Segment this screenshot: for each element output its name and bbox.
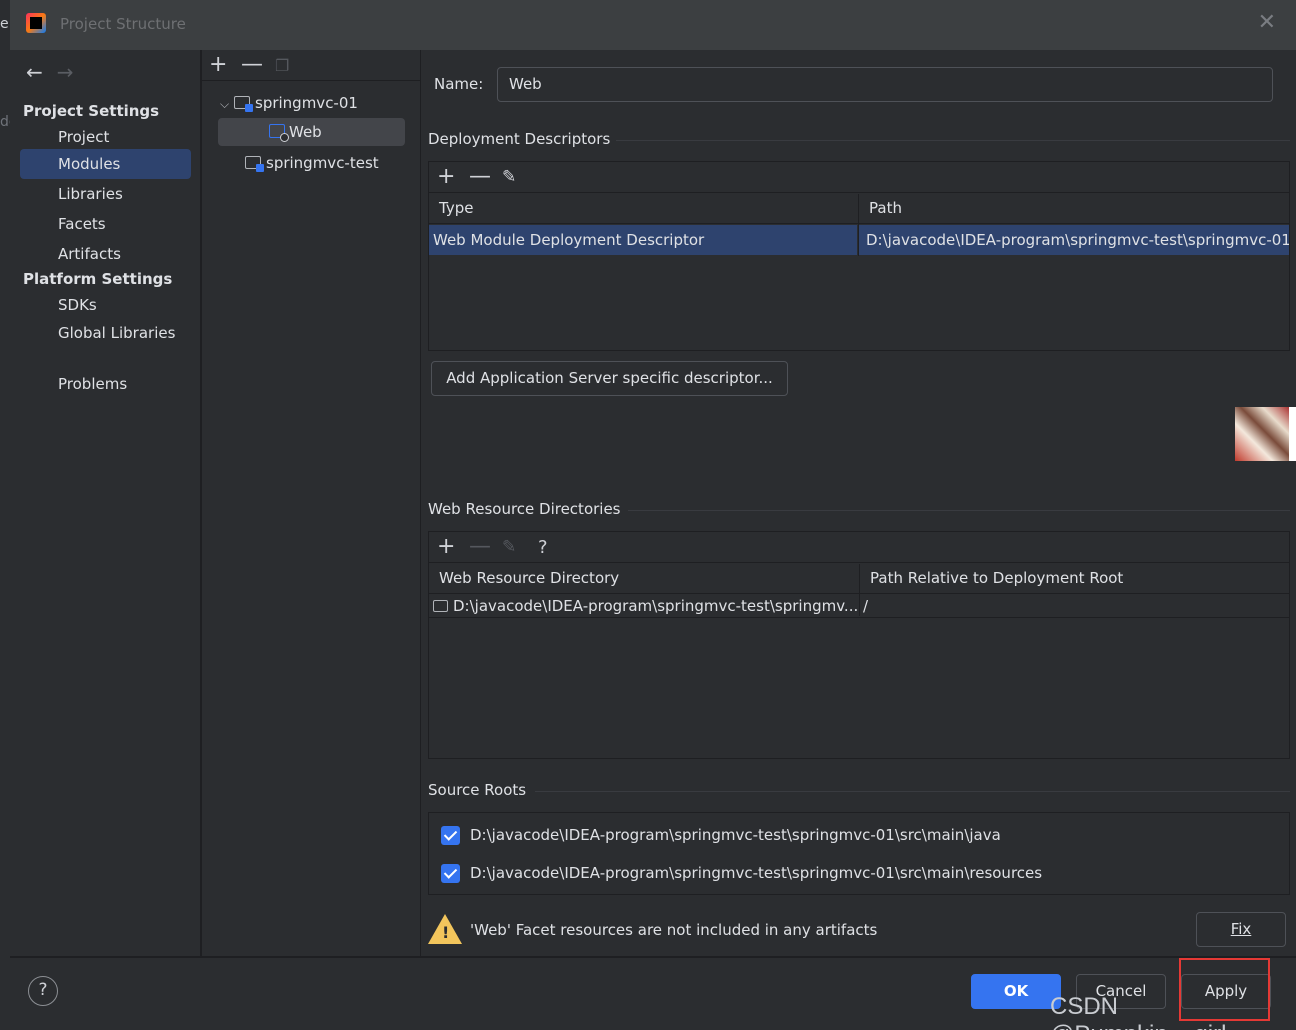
chevron-down-icon[interactable]: ⌵ [220,90,234,118]
facet-editor: Name: Web Deployment Descriptors + — ✎ T… [421,50,1296,956]
divider [535,791,1290,792]
nav-item-global-libraries[interactable]: Global Libraries [20,318,191,348]
column-web-resource-directory[interactable]: Web Resource Directory [429,563,619,594]
add-icon[interactable]: + [437,534,455,559]
table-row-directory[interactable]: D:\javacode\IDEA-program\springmvc-test\… [433,595,858,617]
source-root-path: D:\javacode\IDEA-program\springmvc-test\… [470,826,1001,844]
add-icon[interactable]: + [209,52,227,77]
forward-arrow-icon[interactable]: → [57,60,74,84]
window-title: Project Structure [60,15,186,33]
help-icon[interactable]: ? [28,976,58,1006]
tree-node-label: Web [289,123,322,141]
directory-path: D:\javacode\IDEA-program\springmvc-test\… [453,597,858,615]
project-settings-header: Project Settings [23,102,160,120]
table-row-type[interactable]: Web Module Deployment Descriptor [429,225,857,255]
tree-node-label: springmvc-test [266,154,379,172]
web-resource-toolbar: + — ✎ ? [429,532,1289,563]
source-roots-title: Source Roots [428,781,527,799]
deployment-table-header: Type Path [429,193,1289,224]
column-separator [859,564,860,616]
source-roots-panel: D:\javacode\IDEA-program\springmvc-test\… [428,812,1290,895]
edit-pencil-icon[interactable]: ✎ [502,167,516,187]
remove-icon[interactable]: — [469,534,491,559]
back-arrow-icon[interactable]: ← [26,60,43,84]
module-folder-icon [234,96,253,112]
module-folder-icon [245,156,264,172]
copy-icon[interactable]: ❐ [275,56,289,75]
edit-pencil-icon[interactable]: ✎ [502,537,516,557]
help-question-icon[interactable]: ? [538,537,548,558]
column-path[interactable]: Path [859,193,902,224]
deployment-descriptors-panel: + — ✎ Type Path Web Module Deployment De… [428,161,1290,351]
warning-icon: ! [428,914,462,944]
web-resource-panel: + — ✎ ? Web Resource Directory Path Rela… [428,531,1290,759]
folder-icon [433,600,448,612]
tree-node-label: springmvc-01 [255,94,358,112]
close-icon[interactable]: ✕ [1258,10,1276,35]
add-server-descriptor-label: Add Application Server specific descript… [446,369,773,387]
fix-button[interactable]: Fix [1196,912,1286,947]
tree-toolbar: + — ❐ [202,50,420,81]
source-root-checkbox[interactable] [441,826,460,845]
platform-settings-header: Platform Settings [23,270,173,288]
nav-item-libraries[interactable]: Libraries [20,179,191,209]
nav-item-project[interactable]: Project [20,122,191,152]
web-resource-directories-title: Web Resource Directories [428,500,621,518]
module-tree: + — ❐ ⌵ springmvc-01 Web springmvc-test [202,50,420,956]
divider [628,510,1290,511]
source-root-checkbox[interactable] [441,864,460,883]
nav-arrows: ← → [26,60,74,84]
deployment-toolbar: + — ✎ [429,162,1289,193]
ide-edge: e de [0,0,18,1030]
nav-item-artifacts[interactable]: Artifacts [20,239,191,269]
table-row-path[interactable]: D:\javacode\IDEA-program\springmvc-test\… [859,225,1289,255]
name-label: Name: [434,75,484,93]
tree-node-web[interactable]: Web [218,118,405,146]
nav-item-problems[interactable]: Problems [20,369,191,399]
column-relative-path[interactable]: Path Relative to Deployment Root [860,563,1123,594]
warning-message: 'Web' Facet resources are not included i… [470,921,878,939]
watermark-text: CSDN @Pumpkin__girl [1050,993,1226,1030]
row-divider [429,617,1289,618]
ide-edge-char: e [0,16,9,32]
intellij-logo-icon [26,13,46,33]
nav-item-sdks[interactable]: SDKs [20,290,191,320]
tree-node-springmvc-test[interactable]: springmvc-test [245,149,379,177]
nav-item-facets[interactable]: Facets [20,209,191,239]
add-server-descriptor-button[interactable]: Add Application Server specific descript… [431,361,788,396]
nav-item-modules[interactable]: Modules [20,149,191,179]
add-icon[interactable]: + [437,164,455,189]
source-root-path: D:\javacode\IDEA-program\springmvc-test\… [470,864,1043,882]
thumbnail-image [1235,407,1289,461]
table-row-relative-path[interactable]: / [863,595,868,617]
ok-button[interactable]: OK [971,974,1061,1009]
web-facet-icon [269,124,289,142]
column-type[interactable]: Type [429,193,473,224]
remove-icon[interactable]: — [469,164,491,189]
remove-icon[interactable]: — [241,52,263,77]
name-input[interactable]: Web [497,67,1273,102]
thumbnail-edge [1289,407,1296,461]
settings-nav: ← → Project Settings Project Modules Libr… [10,50,201,956]
title-bar: Project Structure ✕ [10,0,1296,50]
divider [616,140,1290,141]
fix-label: Fix [1230,920,1252,938]
tree-node-springmvc-01[interactable]: ⌵ springmvc-01 [220,89,358,117]
deployment-descriptors-title: Deployment Descriptors [428,130,611,148]
